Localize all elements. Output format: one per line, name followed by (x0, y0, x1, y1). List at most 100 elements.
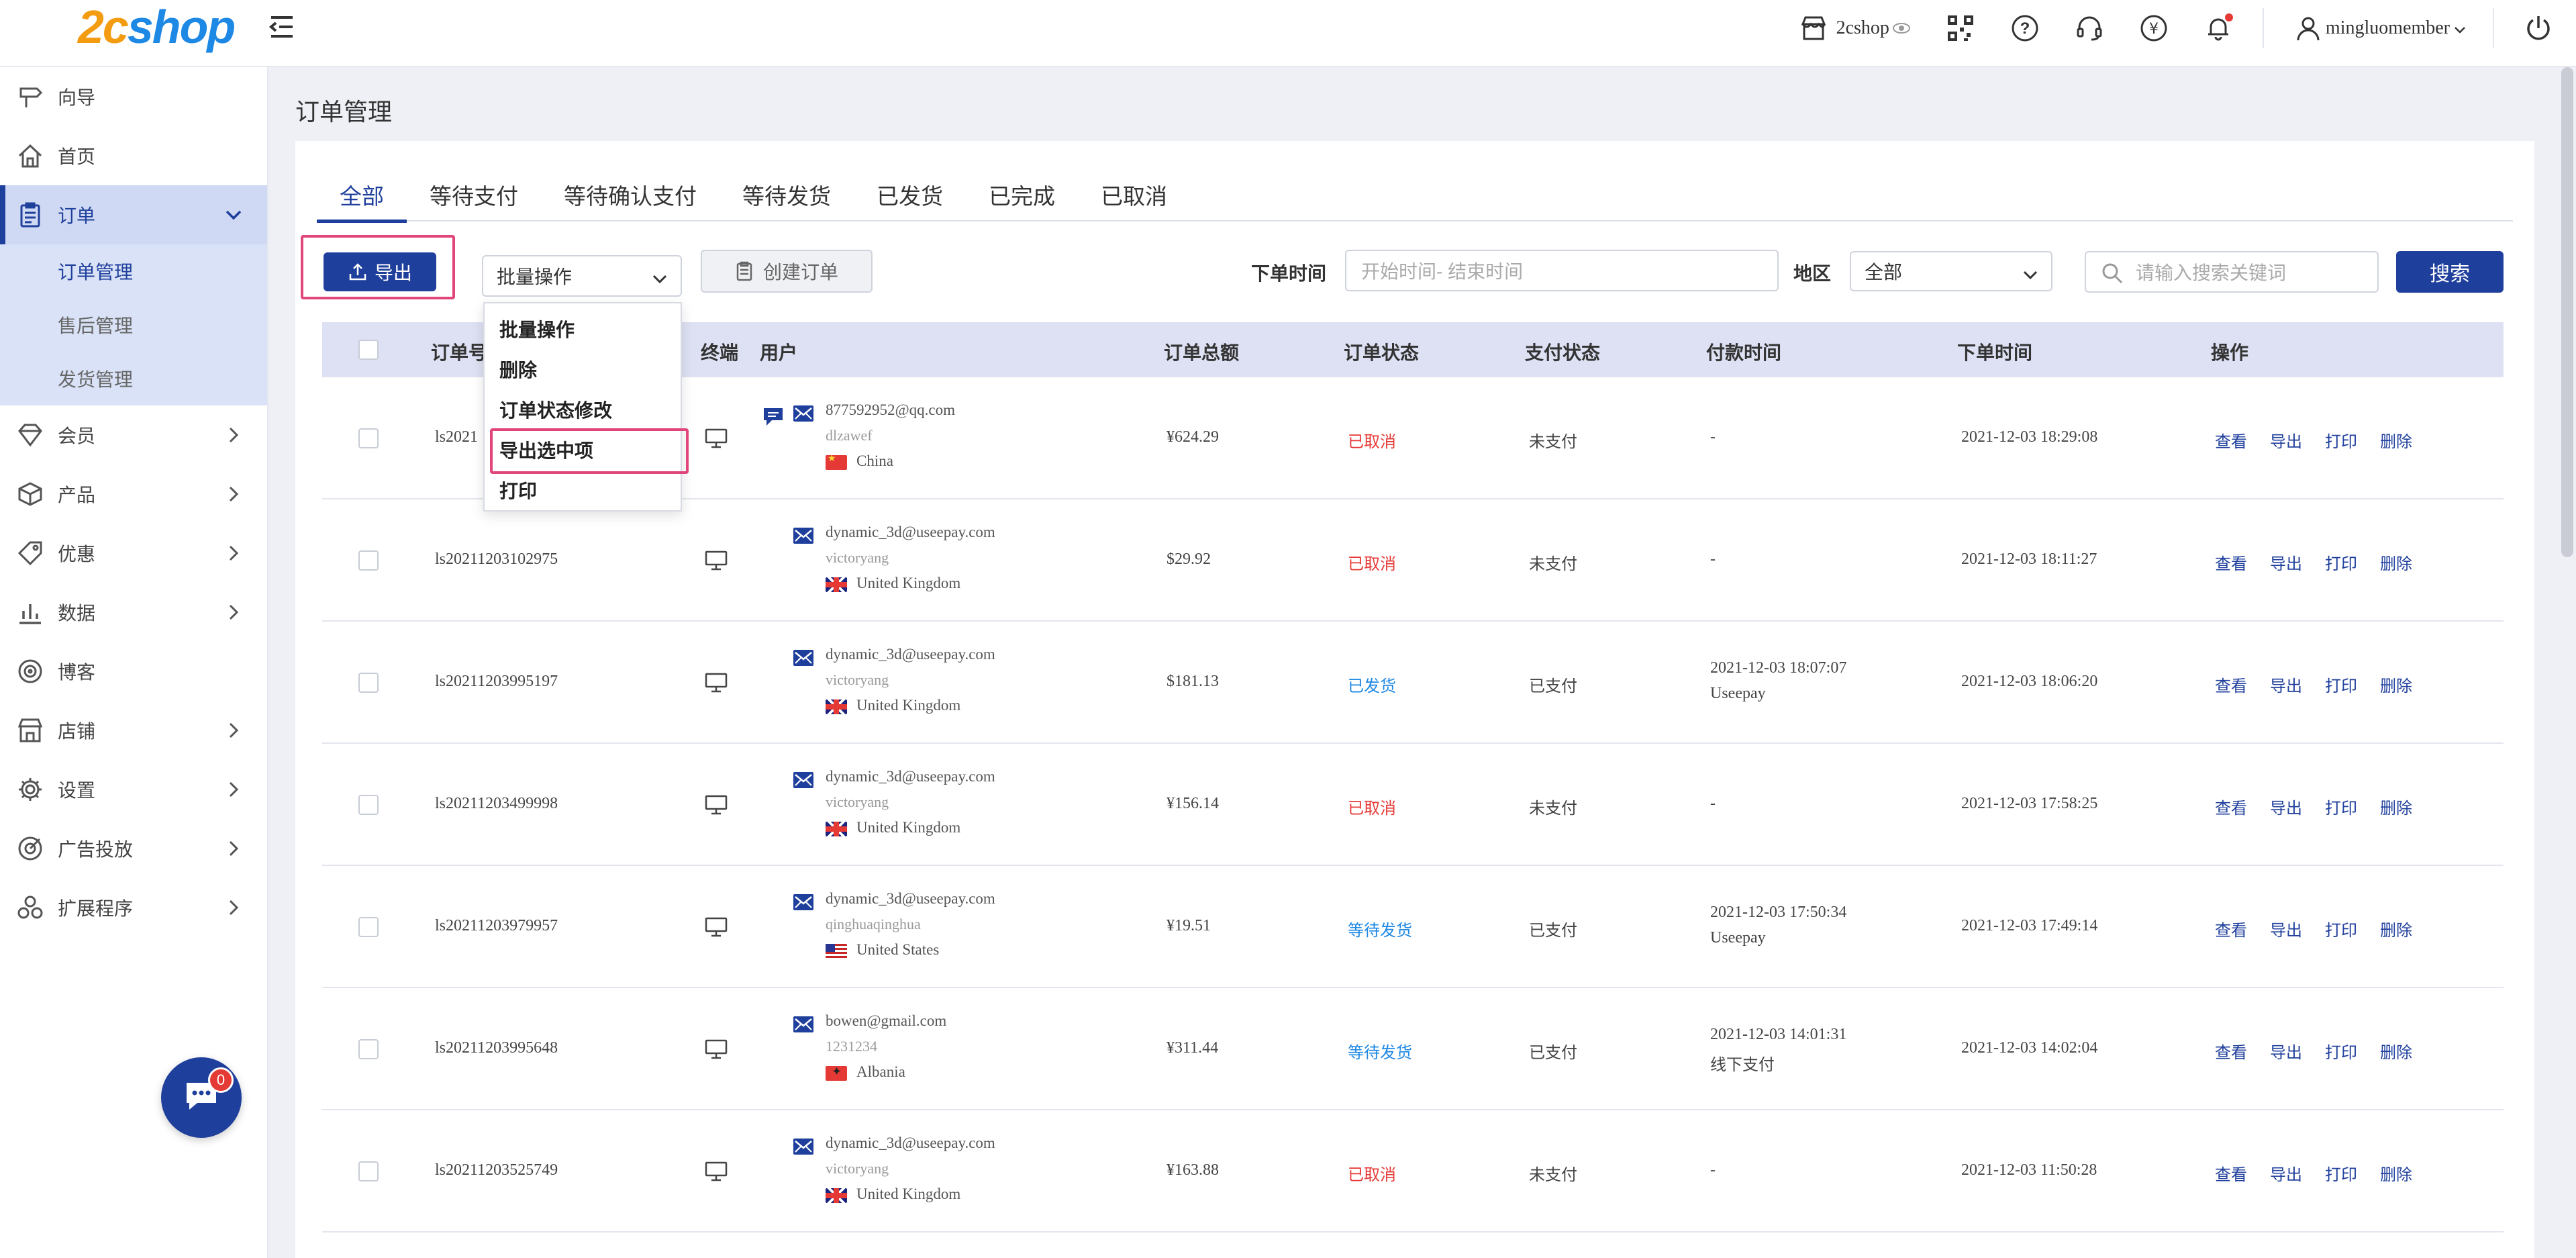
export-button[interactable]: 导出 (324, 252, 436, 291)
export-row-button[interactable]: 导出 (2270, 673, 2302, 696)
print-button[interactable]: 打印 (2325, 795, 2357, 818)
delete-button[interactable]: 删除 (2380, 428, 2412, 452)
export-row-button[interactable]: 导出 (2270, 795, 2302, 818)
help-button[interactable]: ? (1993, 0, 2057, 56)
export-row-button[interactable]: 导出 (2270, 1039, 2302, 1063)
chevron-right-icon (223, 601, 244, 623)
view-button[interactable]: 查看 (2215, 673, 2247, 696)
row-checkbox[interactable] (358, 917, 379, 937)
sidebar-item-orders[interactable]: 订单 (0, 185, 267, 244)
tab-pending-payment[interactable]: 等待支付 (407, 168, 541, 222)
print-button[interactable]: 打印 (2325, 917, 2357, 940)
sidebar-item-guide[interactable]: 向导 (0, 67, 267, 126)
support-button[interactable] (2057, 0, 2122, 56)
view-button[interactable]: 查看 (2215, 1161, 2247, 1185)
print-button[interactable]: 打印 (2325, 673, 2357, 696)
export-row-button[interactable]: 导出 (2270, 428, 2302, 452)
sidebar-item-store[interactable]: 店铺 (0, 701, 267, 760)
row-checkbox[interactable] (358, 673, 379, 693)
tab-all[interactable]: 全部 (317, 168, 407, 223)
sidebar-item-members[interactable]: 会员 (0, 405, 267, 465)
tab-shipped[interactable]: 已发货 (854, 168, 966, 222)
search-button[interactable]: 搜索 (2396, 251, 2504, 293)
order-number[interactable]: ls20211203499998 (435, 795, 558, 813)
sidebar-item-ads[interactable]: 广告投放 (0, 819, 267, 878)
target-icon (16, 657, 44, 685)
delete-button[interactable]: 删除 (2380, 673, 2412, 696)
svg-text:¥: ¥ (2149, 21, 2159, 38)
print-button[interactable]: 打印 (2325, 428, 2357, 452)
print-button[interactable]: 打印 (2325, 550, 2357, 574)
tab-cancelled[interactable]: 已取消 (1078, 168, 1190, 222)
view-button[interactable]: 查看 (2215, 550, 2247, 574)
dropdown-item-status-change[interactable]: 订单状态修改 (485, 389, 681, 430)
notifications-button[interactable] (2186, 0, 2250, 56)
dropdown-item-print[interactable]: 打印 (485, 470, 681, 510)
region-select-value: 全部 (1865, 262, 1903, 283)
delete-button[interactable]: 删除 (2380, 1161, 2412, 1185)
pay-status: 已支付 (1529, 677, 1577, 695)
order-number[interactable]: ls20211203979957 (435, 917, 558, 935)
order-number[interactable]: ls2021 (435, 428, 478, 446)
order-number[interactable]: ls20211203995197 (435, 673, 558, 691)
sidebar-item-promotions[interactable]: 优惠 (0, 524, 267, 583)
menu-collapse-icon[interactable] (267, 12, 297, 42)
sidebar-item-settings[interactable]: 设置 (0, 760, 267, 819)
pay-time: 2021-12-03 17:50:34 (1710, 904, 1847, 921)
order-number[interactable]: ls20211203102975 (435, 550, 558, 569)
sidebar-item-data[interactable]: 数据 (0, 583, 267, 642)
view-button[interactable]: 查看 (2215, 428, 2247, 452)
order-number[interactable]: ls20211203995648 (435, 1039, 558, 1057)
user-menu[interactable]: mingluomember (2276, 0, 2481, 56)
delete-button[interactable]: 删除 (2380, 550, 2412, 574)
view-button[interactable]: 查看 (2215, 917, 2247, 940)
export-row-button[interactable]: 导出 (2270, 917, 2302, 940)
row-checkbox[interactable] (358, 550, 379, 571)
export-row-button[interactable]: 导出 (2270, 550, 2302, 574)
logout-button[interactable] (2506, 0, 2576, 56)
batch-action-select[interactable]: 批量操作 (482, 255, 682, 297)
row-checkbox[interactable] (358, 428, 379, 448)
export-row-button[interactable]: 导出 (2270, 1161, 2302, 1185)
dropdown-item-delete[interactable]: 删除 (485, 349, 681, 389)
qr-code-button[interactable] (1928, 0, 1993, 56)
sidebar-item-home[interactable]: 首页 (0, 126, 267, 185)
print-button[interactable]: 打印 (2325, 1161, 2357, 1185)
print-button[interactable]: 打印 (2325, 1039, 2357, 1063)
delete-button[interactable]: 删除 (2380, 917, 2412, 940)
currency-button[interactable]: ¥ (2122, 0, 2186, 56)
logo-text-2c: 2c (78, 1, 129, 53)
sidebar-subitem-order-management[interactable]: 订单管理 (0, 244, 267, 298)
create-order-button[interactable]: 创建订单 (701, 250, 873, 293)
view-button[interactable]: 查看 (2215, 795, 2247, 818)
tab-pending-confirm[interactable]: 等待确认支付 (541, 168, 720, 222)
dropdown-item-batch[interactable]: 批量操作 (485, 309, 681, 349)
row-checkbox[interactable] (358, 1039, 379, 1059)
eye-icon[interactable] (1889, 11, 1914, 46)
view-button[interactable]: 查看 (2215, 1039, 2247, 1063)
message-icon[interactable] (762, 407, 784, 432)
search-input[interactable]: 请输入搜索关键词 (2085, 251, 2379, 293)
logo[interactable]: 2cshop (78, 0, 236, 54)
row-checkbox[interactable] (358, 795, 379, 815)
region-select[interactable]: 全部 (1850, 251, 2052, 291)
sidebar-subitem-shipping[interactable]: 发货管理 (0, 352, 267, 405)
store-icon (16, 716, 44, 744)
tab-completed[interactable]: 已完成 (966, 168, 1078, 222)
sidebar-subitem-after-sales[interactable]: 售后管理 (0, 298, 267, 352)
delete-button[interactable]: 删除 (2380, 795, 2412, 818)
sidebar-item-extensions[interactable]: 扩展程序 (0, 878, 267, 937)
page-scrollbar[interactable] (2561, 67, 2573, 557)
row-checkbox[interactable] (358, 1161, 379, 1181)
sidebar-item-blog[interactable]: 博客 (0, 642, 267, 701)
select-all-checkbox[interactable] (358, 340, 379, 360)
sidebar-item-products[interactable]: 产品 (0, 465, 267, 524)
ads-icon (16, 834, 44, 863)
order-number[interactable]: ls20211203525749 (435, 1161, 558, 1179)
chat-button[interactable] (161, 1057, 242, 1138)
date-range-input[interactable]: 开始时间- 结束时间 (1345, 250, 1779, 291)
order-time: 2021-12-03 18:06:20 (1961, 673, 2098, 690)
store-switch[interactable]: 2cshop (1781, 0, 1928, 56)
delete-button[interactable]: 删除 (2380, 1039, 2412, 1063)
tab-pending-shipment[interactable]: 等待发货 (720, 168, 854, 222)
